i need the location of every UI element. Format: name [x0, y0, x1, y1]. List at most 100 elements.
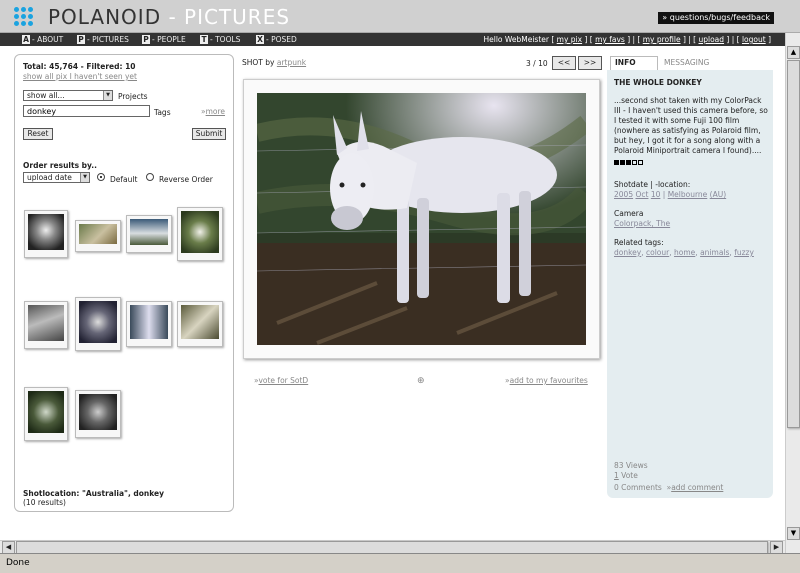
chevron-down-icon: ▼ [80, 173, 89, 182]
rating-square [632, 160, 637, 165]
thumbnail-image [79, 394, 117, 430]
vote-link[interactable]: »vote for SotD [254, 376, 308, 385]
main-nav: A- ABOUT P- PICTURES P- PEOPLE T- TOOLS … [0, 33, 785, 46]
order-label: Order results by.. [23, 161, 97, 170]
add-favourite-link[interactable]: »add to my favourites [505, 376, 588, 385]
comments: 0 Comments »add comment [614, 483, 724, 492]
location-link[interactable]: Melbourne [668, 190, 708, 199]
thumbnail[interactable] [75, 220, 121, 252]
reset-button[interactable]: Reset [23, 128, 53, 140]
day-link[interactable]: 10 [651, 190, 661, 199]
camera-label: Camera [614, 209, 644, 218]
nav-posed[interactable]: X- POSED [256, 34, 297, 45]
tag-link[interactable]: colour [646, 248, 669, 257]
filter-panel: Total: 45,764 - Filtered: 10 show all pi… [14, 54, 234, 512]
user-links: Hello WebMeister [ my pix ] [ my favs ] … [483, 35, 772, 44]
status-text: Done [6, 558, 30, 568]
tag-link[interactable]: donkey [614, 248, 641, 257]
thumbnail-image [28, 391, 64, 433]
horizontal-scrollbar[interactable]: ◀ ▶ [0, 540, 785, 554]
crosshair-icon[interactable]: ⊕ [417, 376, 425, 386]
nav-about[interactable]: A- ABOUT [22, 34, 63, 45]
tag-link[interactable]: animals [700, 248, 729, 257]
rating-square [626, 160, 631, 165]
year-link[interactable]: 2005 [614, 190, 633, 199]
nav-people[interactable]: P- PEOPLE [142, 34, 186, 45]
thumbnail-image [28, 214, 64, 250]
thumbnail-image [130, 219, 168, 245]
main-photo[interactable] [257, 93, 586, 345]
order-select[interactable]: upload date ▼ [23, 172, 90, 183]
submit-button[interactable]: Submit [192, 128, 226, 140]
link-my-pix[interactable]: my pix [557, 35, 582, 44]
vertical-scrollbar[interactable]: ▲ ▼ [785, 33, 800, 553]
projects-label: Projects [118, 92, 148, 101]
status-bar: Done [0, 553, 800, 573]
thumbnail[interactable] [24, 210, 68, 258]
photo-title: THE WHOLE DONKEY [614, 78, 702, 87]
main-photo-frame [243, 79, 600, 359]
votes-count: 1 Vote [614, 471, 638, 480]
link-logout[interactable]: logout [742, 35, 766, 44]
rating-indicator [614, 158, 644, 167]
prev-button[interactable]: << [552, 56, 576, 70]
link-my-favs[interactable]: my favs [595, 35, 625, 44]
feedback-link[interactable]: » questions/bugs/feedback [658, 12, 774, 24]
greeting: Hello WebMeister [483, 35, 549, 44]
scroll-up-icon[interactable]: ▲ [787, 46, 800, 59]
site-title[interactable]: POLANOID - PICTURES [48, 5, 290, 29]
shotlocation-text: Shotlocation: "Australia", donkey [23, 489, 165, 498]
thumbnail[interactable] [24, 387, 68, 441]
donkey-photo-image [257, 93, 586, 345]
link-my-profile[interactable]: my profile [643, 35, 681, 44]
thumbnail-image [79, 224, 117, 244]
shot-by: SHOT by artpunk [242, 58, 307, 67]
related-tags-label: Related tags: [614, 238, 664, 247]
votes-number[interactable]: 1 [614, 471, 619, 480]
radio-reverse[interactable] [146, 173, 154, 181]
camera-link[interactable]: Colorpack, The [614, 219, 670, 228]
chevron-down-icon: ▼ [103, 91, 112, 100]
tab-info[interactable]: INFO [610, 56, 658, 70]
thumbnail[interactable] [24, 301, 68, 349]
tag-link[interactable]: fuzzy [734, 248, 754, 257]
show-unseen-link[interactable]: show all pix I haven't seen yet [23, 72, 137, 81]
scroll-down-icon[interactable]: ▼ [787, 527, 800, 540]
thumbnail[interactable] [126, 301, 172, 347]
rating-square [614, 160, 619, 165]
reverse-label: Reverse Order [159, 175, 213, 184]
shotdate-label: Shotdate | -location: [614, 180, 691, 189]
photo-description: ...second shot taken with my ColorPack I… [614, 96, 768, 155]
thumbnail[interactable] [126, 215, 172, 253]
country-link[interactable]: (AU) [710, 190, 726, 199]
nav-pictures[interactable]: P- PICTURES [77, 34, 129, 45]
site-header: POLANOID - PICTURES » questions/bugs/fee… [0, 0, 800, 33]
result-count: (10 results) [23, 498, 66, 507]
next-button[interactable]: >> [578, 56, 602, 70]
shotdate-value: 2005 Oct 10 | Melbourne (AU) [614, 190, 727, 199]
radio-default[interactable] [97, 173, 105, 181]
tags-input[interactable] [23, 105, 150, 117]
thumbnail[interactable] [177, 207, 223, 261]
author-link[interactable]: artpunk [277, 58, 306, 67]
link-upload[interactable]: upload [699, 35, 725, 44]
nav-tools[interactable]: T- TOOLS [200, 34, 240, 45]
tag-link[interactable]: home [674, 248, 695, 257]
pager-text: 3 / 10 [526, 59, 548, 68]
project-select[interactable]: show all... ▼ [23, 90, 113, 101]
tab-messaging[interactable]: MESSAGING [664, 57, 709, 69]
more-link[interactable]: »more [201, 107, 225, 116]
scroll-thumb[interactable] [787, 60, 800, 428]
browser-page: POLANOID - PICTURES » questions/bugs/fee… [0, 0, 800, 573]
default-label: Default [110, 175, 138, 184]
thumbnail-image [28, 305, 64, 341]
thumbnail[interactable] [177, 301, 223, 347]
thumbnail[interactable] [75, 297, 121, 351]
add-comment-link[interactable]: »add comment [667, 483, 724, 492]
views-count: 83 Views [614, 461, 648, 470]
month-link[interactable]: Oct [635, 190, 648, 199]
related-tags: donkey, colour, home, animals, fuzzy [614, 248, 754, 257]
camera-value: Colorpack, The [614, 219, 670, 228]
dots-grid-icon[interactable] [14, 7, 34, 27]
thumbnail[interactable] [75, 390, 121, 438]
